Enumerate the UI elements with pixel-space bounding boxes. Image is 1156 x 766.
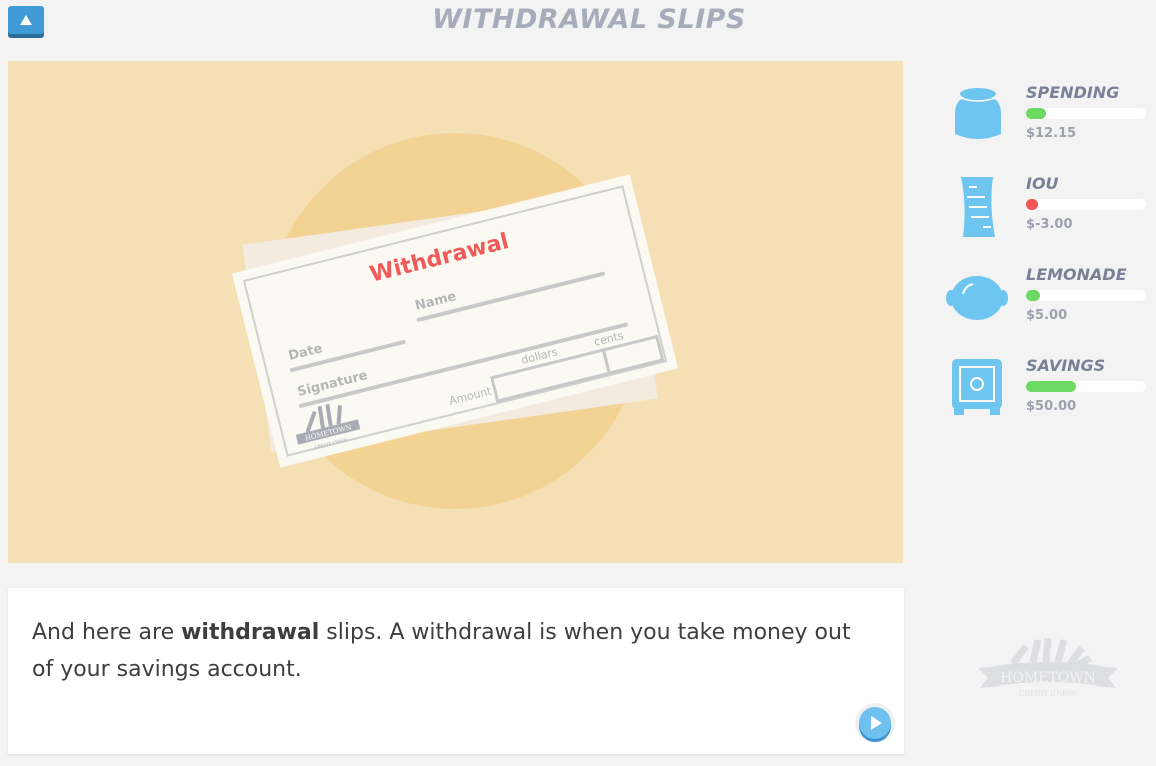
progress-fill [1026, 199, 1038, 210]
account-amount: $5.00 [1026, 308, 1068, 323]
progress-fill [1026, 290, 1041, 301]
narration-text: And here are withdrawal slips. A withdra… [32, 620, 851, 682]
progress-bar [1026, 108, 1146, 119]
account-lemonade[interactable]: LEMONADE $5.00 [945, 265, 1150, 336]
page-title: WITHDRAWAL SLIPS [432, 4, 746, 35]
account-amount: $-3.00 [1026, 217, 1073, 232]
account-name: SPENDING [1026, 83, 1120, 102]
lemon-icon [946, 276, 1008, 320]
account-name: IOU [1026, 174, 1059, 193]
narration-box: And here are withdrawal slips. A withdra… [8, 588, 904, 754]
account-amount: $50.00 [1026, 399, 1077, 414]
jar-icon [955, 88, 1001, 139]
account-name: LEMONADE [1026, 265, 1127, 284]
account-spending[interactable]: SPENDING $12.15 [945, 83, 1150, 154]
receipt-icon [961, 177, 995, 237]
svg-text:CREDIT UNION: CREDIT UNION [1019, 690, 1077, 698]
withdrawal-slip-illustration: Withdrawal Date Name Signature Amount do… [231, 133, 679, 509]
progress-fill [1026, 108, 1047, 119]
progress-fill [1026, 381, 1077, 392]
account-amount: $12.15 [1026, 126, 1077, 141]
progress-bar [1026, 199, 1146, 210]
play-audio-button[interactable] [859, 707, 891, 739]
account-iou[interactable]: IOU $-3.00 [945, 174, 1150, 245]
progress-bar [1026, 290, 1146, 301]
account-name: SAVINGS [1026, 356, 1106, 375]
illustration-panel: Withdrawal Date Name Signature Amount do… [8, 61, 903, 563]
account-savings[interactable]: SAVINGS $50.00 [945, 356, 1150, 427]
svg-text:HOMETOWN: HOMETOWN [1000, 670, 1096, 686]
progress-bar [1026, 381, 1146, 392]
hometown-logo: HOMETOWN CREDIT UNION [978, 637, 1118, 698]
safe-icon [952, 359, 1002, 415]
